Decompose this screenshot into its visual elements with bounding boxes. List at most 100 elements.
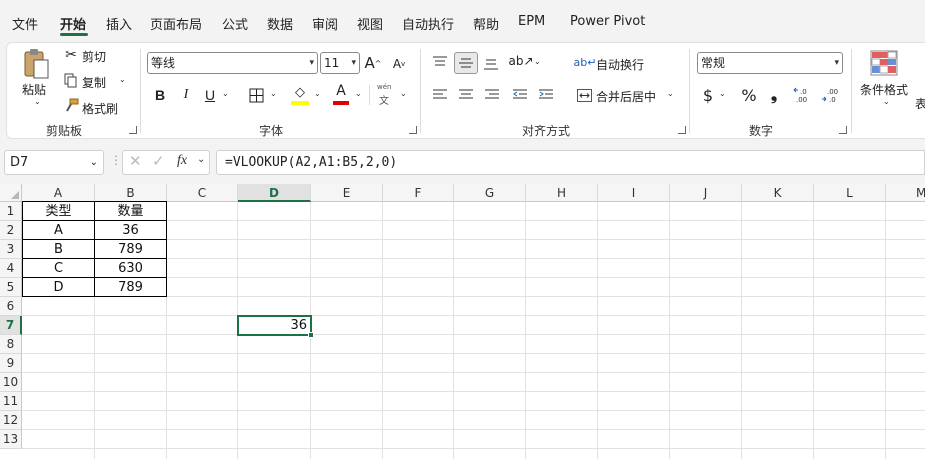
cell-b5[interactable]: 789 bbox=[95, 278, 166, 297]
row-header-8[interactable]: 8 bbox=[0, 335, 22, 354]
row-header-2[interactable]: 2 bbox=[0, 221, 22, 240]
underline-button[interactable]: U bbox=[203, 85, 217, 105]
formula-input[interactable]: =VLOOKUP(A2,A1:B5,2,0) bbox=[216, 150, 925, 175]
cell-a2[interactable]: A bbox=[23, 221, 94, 240]
merge-center-button[interactable]: 合并后居中 bbox=[596, 88, 656, 105]
paste-chevron-icon[interactable]: ⌄ bbox=[34, 97, 41, 106]
font-name-select[interactable]: 等线 ▾ bbox=[147, 52, 318, 74]
tab-epm[interactable]: EPM bbox=[518, 14, 545, 29]
row-header-5[interactable]: 5 bbox=[0, 278, 22, 297]
row-header-13[interactable]: 13 bbox=[0, 430, 22, 449]
row-header-7[interactable]: 7 bbox=[0, 316, 22, 335]
copy-button[interactable]: 复制 bbox=[82, 74, 106, 91]
chevron-down-icon[interactable]: ⌄ bbox=[197, 154, 205, 165]
currency-chevron-icon[interactable]: ⌄ bbox=[719, 89, 726, 98]
tab-data[interactable]: 数据 bbox=[267, 14, 293, 33]
phonetic-chevron-icon[interactable]: ⌄ bbox=[400, 89, 407, 98]
cell-a1[interactable]: 类型 bbox=[23, 202, 94, 221]
cell-b4[interactable]: 630 bbox=[95, 259, 166, 278]
column-header-m[interactable]: M bbox=[886, 184, 925, 202]
percent-button[interactable]: % bbox=[740, 85, 758, 105]
alignment-launcher-icon[interactable] bbox=[678, 126, 686, 134]
column-header-h[interactable]: H bbox=[526, 184, 598, 202]
font-size-select[interactable]: 11 ▾ bbox=[320, 52, 360, 74]
conditional-formatting-button[interactable]: 条件格式 bbox=[860, 81, 908, 98]
align-right-icon[interactable] bbox=[484, 87, 500, 103]
cell-b2[interactable]: 36 bbox=[95, 221, 166, 240]
tab-help[interactable]: 帮助 bbox=[473, 14, 499, 33]
tab-view[interactable]: 视图 bbox=[357, 14, 383, 33]
align-left-icon[interactable] bbox=[432, 87, 448, 103]
tab-file[interactable]: 文件 bbox=[12, 14, 38, 33]
column-header-d[interactable]: D bbox=[238, 184, 311, 202]
column-header-k[interactable]: K bbox=[742, 184, 814, 202]
column-header-g[interactable]: G bbox=[454, 184, 526, 202]
tab-page-layout[interactable]: 页面布局 bbox=[150, 14, 202, 33]
name-box-grip-icon[interactable]: ⋮ bbox=[110, 153, 122, 167]
format-as-table-button[interactable]: 表 bbox=[915, 95, 925, 112]
fill-color-chevron-icon[interactable]: ⌄ bbox=[314, 89, 321, 98]
column-header-e[interactable]: E bbox=[311, 184, 383, 202]
font-color-icon[interactable]: A bbox=[333, 83, 349, 99]
cell-b3[interactable]: 789 bbox=[95, 240, 166, 259]
cell-a4[interactable]: C bbox=[23, 259, 94, 278]
paste-icon[interactable] bbox=[19, 47, 55, 81]
row-header-12[interactable]: 12 bbox=[0, 411, 22, 430]
row-header-11[interactable]: 11 bbox=[0, 392, 22, 411]
column-header-j[interactable]: J bbox=[670, 184, 742, 202]
borders-chevron-icon[interactable]: ⌄ bbox=[270, 89, 277, 98]
increase-font-size-icon[interactable]: A ^ bbox=[364, 52, 382, 74]
column-header-b[interactable]: B bbox=[95, 184, 167, 202]
font-launcher-icon[interactable] bbox=[409, 126, 417, 134]
row-header-1[interactable]: 1 bbox=[0, 202, 22, 221]
tab-review[interactable]: 审阅 bbox=[312, 14, 338, 33]
tab-insert[interactable]: 插入 bbox=[106, 14, 132, 33]
column-header-a[interactable]: A bbox=[22, 184, 95, 202]
column-header-f[interactable]: F bbox=[383, 184, 454, 202]
copy-chevron-icon[interactable]: ⌄ bbox=[119, 75, 126, 84]
paste-button[interactable]: 粘贴 bbox=[22, 81, 46, 98]
orientation-chevron-icon[interactable]: ⌄ bbox=[534, 57, 541, 66]
decrease-font-size-icon[interactable]: Av bbox=[390, 54, 408, 74]
tab-power-pivot[interactable]: Power Pivot bbox=[570, 14, 645, 29]
phonetic-guide-icon[interactable]: wén bbox=[377, 83, 391, 91]
tab-home[interactable]: 开始 bbox=[60, 14, 86, 33]
column-header-c[interactable]: C bbox=[167, 184, 238, 202]
name-box[interactable]: D7 ⌄ bbox=[4, 150, 104, 175]
fill-handle[interactable] bbox=[308, 332, 314, 338]
worksheet-grid[interactable]: A B C D E F G H I J K L M 1 2 3 4 5 6 7 … bbox=[0, 184, 925, 459]
align-top-icon[interactable] bbox=[432, 54, 448, 70]
row-header-4[interactable]: 4 bbox=[0, 259, 22, 278]
tab-automate[interactable]: 自动执行 bbox=[402, 14, 454, 33]
align-bottom-icon[interactable] bbox=[483, 56, 499, 72]
fill-color-icon[interactable]: ◇ bbox=[291, 84, 309, 100]
cancel-icon[interactable]: ✕ bbox=[129, 152, 142, 170]
align-middle-icon[interactable] bbox=[454, 52, 478, 74]
cell-a3[interactable]: B bbox=[23, 240, 94, 259]
borders-icon[interactable] bbox=[247, 86, 265, 104]
decrease-indent-icon[interactable] bbox=[512, 87, 528, 103]
increase-decimal-icon[interactable]: .0.00 bbox=[793, 85, 813, 105]
italic-button[interactable]: I bbox=[179, 85, 193, 105]
row-header-3[interactable]: 3 bbox=[0, 240, 22, 259]
comma-style-button[interactable]: ❟ bbox=[767, 85, 781, 105]
cut-button[interactable]: 剪切 bbox=[82, 48, 106, 65]
bold-button[interactable]: B bbox=[153, 85, 167, 105]
clipboard-launcher-icon[interactable] bbox=[129, 126, 137, 134]
orientation-icon[interactable]: ab↗ bbox=[508, 52, 533, 70]
tab-formulas[interactable]: 公式 bbox=[222, 14, 248, 33]
align-center-icon[interactable] bbox=[458, 87, 474, 103]
currency-button[interactable]: $ bbox=[701, 85, 715, 105]
select-all-button[interactable] bbox=[0, 184, 22, 202]
merge-center-chevron-icon[interactable]: ⌄ bbox=[667, 89, 674, 98]
increase-indent-icon[interactable] bbox=[538, 87, 554, 103]
cell-b1[interactable]: 数量 bbox=[95, 202, 166, 221]
row-header-10[interactable]: 10 bbox=[0, 373, 22, 392]
row-header-6[interactable]: 6 bbox=[0, 297, 22, 316]
column-header-l[interactable]: L bbox=[814, 184, 886, 202]
decrease-decimal-icon[interactable]: .00.0 bbox=[821, 85, 841, 105]
underline-chevron-icon[interactable]: ⌄ bbox=[222, 89, 229, 98]
conditional-formatting-chevron-icon[interactable]: ⌄ bbox=[883, 97, 890, 106]
number-format-select[interactable]: 常规 ▾ bbox=[697, 52, 843, 74]
enter-icon[interactable]: ✓ bbox=[152, 152, 165, 170]
